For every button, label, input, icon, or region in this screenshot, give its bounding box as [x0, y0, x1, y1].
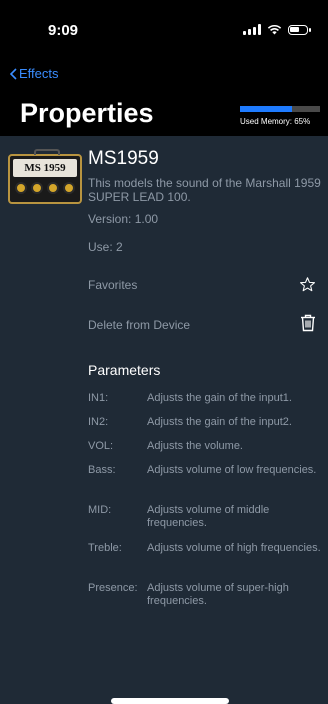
effect-description: This models the sound of the Marshall 19… — [88, 176, 321, 204]
parameter-description: Adjusts volume of super-high frequencies… — [147, 582, 289, 607]
amp-handle — [34, 149, 60, 155]
effect-version: Version: 1.00 — [88, 212, 159, 226]
parameter-description: Adjusts volume of low frequencies. — [147, 464, 317, 476]
parameter-name: IN1: — [88, 392, 109, 404]
back-button[interactable]: Effects — [10, 66, 59, 81]
parameter-description: Adjusts the gain of the input1. — [147, 392, 292, 404]
star-outline-icon[interactable] — [299, 276, 316, 293]
parameter-name: MID: — [88, 504, 112, 516]
cellular-signal-icon — [243, 24, 261, 35]
thumbnail-label: MS 1959 — [13, 159, 77, 177]
chevron-left-icon — [10, 67, 17, 80]
page-title: Properties — [20, 98, 154, 128]
back-label: Effects — [19, 66, 59, 81]
parameter-description: Adjusts volume of middle frequencies. — [147, 504, 270, 529]
effect-name: MS1959 — [88, 148, 159, 169]
memory-progress-fill — [240, 106, 292, 112]
battery-icon — [288, 24, 311, 35]
parameter-description: Adjusts volume of high frequencies. — [147, 542, 321, 554]
parameter-name: Treble: — [88, 542, 122, 554]
trash-icon[interactable] — [300, 314, 316, 332]
status-icons — [243, 24, 311, 35]
parameter-name: Presence: — [88, 582, 138, 594]
wifi-icon — [267, 24, 282, 35]
header: 9:09 Effects Properties Used Memory: 65% — [0, 0, 328, 136]
parameters-title: Parameters — [88, 362, 161, 378]
effect-use: Use: 2 — [88, 240, 123, 254]
favorites-label: Favorites — [88, 278, 138, 292]
parameter-description: Adjusts the gain of the input2. — [147, 416, 292, 428]
home-indicator — [111, 698, 229, 704]
memory-progress-bar — [240, 106, 320, 112]
status-time: 9:09 — [48, 22, 79, 39]
parameter-name: Bass: — [88, 464, 116, 476]
effect-thumbnail: MS 1959 — [8, 149, 82, 204]
amp-knobs — [15, 182, 75, 194]
parameter-name: VOL: — [88, 440, 114, 452]
memory-label: Used Memory: 65% — [240, 117, 311, 126]
parameter-description: Adjusts the volume. — [147, 440, 243, 452]
delete-label: Delete from Device — [88, 318, 191, 332]
parameter-name: IN2: — [88, 416, 109, 428]
